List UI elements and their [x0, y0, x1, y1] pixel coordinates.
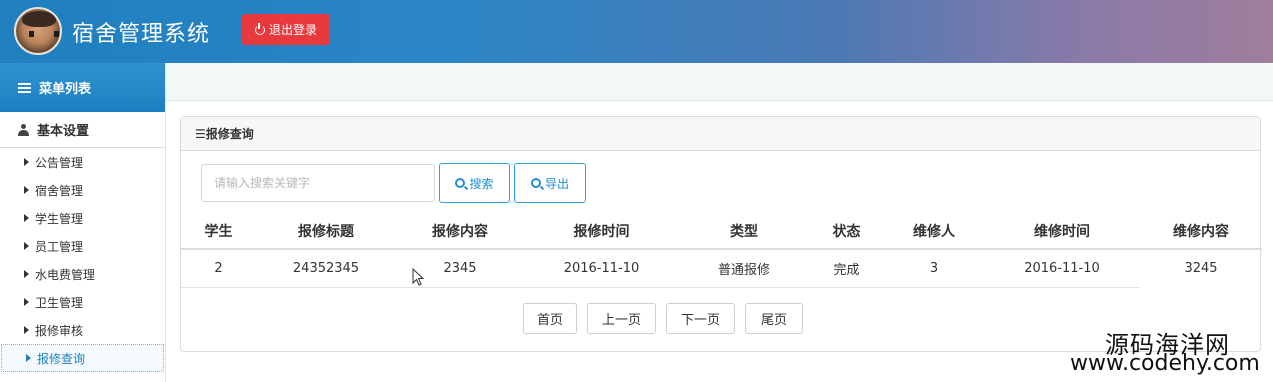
caret-right-icon	[24, 214, 29, 222]
sidebar-item-repair-query[interactable]: 报修查询	[1, 344, 164, 372]
column-header: 状态	[809, 213, 884, 250]
caret-right-icon	[24, 326, 29, 334]
column-header: 维修内容	[1140, 213, 1262, 250]
sidebar-item-label: 报修查询	[37, 351, 86, 366]
table-cell: 2016-11-10	[524, 249, 679, 288]
column-header: 类型	[679, 213, 809, 250]
sidebar-item-label: 宿舍管理	[35, 183, 84, 198]
panel-title: ☰报修查询	[181, 117, 1260, 151]
pagination: 首页 上一页 下一页 尾页	[523, 303, 803, 334]
power-icon	[254, 22, 265, 35]
table-cell: 3	[884, 249, 984, 288]
sidebar-item-students[interactable]: 学生管理	[0, 204, 165, 232]
sidebar-item-repair-review[interactable]: 报修审核	[0, 316, 165, 344]
search-icon	[455, 178, 466, 188]
column-header: 报修时间	[524, 213, 679, 250]
last-page-button[interactable]: 尾页	[745, 303, 803, 334]
table-row: 2 24352345 2345 2016-11-10 普通报修 完成 3 201…	[181, 249, 1262, 288]
table-cell: 24352345	[256, 249, 396, 288]
export-button[interactable]: 导出	[514, 163, 586, 203]
caret-right-icon	[26, 354, 31, 362]
watermark-url: www.codehy.com	[1070, 351, 1260, 376]
sidebar-item-label: 公告管理	[35, 155, 84, 170]
app-title: 宿舍管理系统	[72, 22, 211, 47]
search-button[interactable]: 搜索	[439, 163, 510, 203]
sidebar-item-label: 员工管理	[35, 239, 84, 254]
column-header: 维修人	[884, 213, 984, 250]
sidebar-item-label: 报修审核	[35, 323, 84, 338]
table-header-row: 学生 报修标题 报修内容 报修时间 类型 状态 维修人 维修时间 维修内容	[181, 213, 1262, 250]
list-icon	[18, 82, 31, 93]
menu-title: 菜单列表	[39, 82, 92, 97]
caret-right-icon	[24, 298, 29, 306]
app-header: 宿舍管理系统 退出登录	[0, 0, 1273, 63]
menu-header: 菜单列表	[0, 63, 165, 112]
caret-right-icon	[24, 270, 29, 278]
first-page-button[interactable]: 首页	[523, 303, 577, 334]
column-header: 报修内容	[396, 213, 524, 250]
column-header: 学生	[181, 213, 256, 250]
repair-table: 学生 报修标题 报修内容 报修时间 类型 状态 维修人 维修时间 维修内容 2 …	[181, 213, 1262, 288]
mouse-cursor-icon	[412, 268, 425, 286]
user-icon	[18, 123, 29, 136]
logout-button[interactable]: 退出登录	[242, 14, 330, 45]
export-button-label: 导出	[544, 176, 569, 191]
search-input[interactable]	[201, 164, 435, 202]
search-icon	[530, 178, 541, 188]
column-header: 维修时间	[984, 213, 1140, 250]
sidebar-item-label: 水电费管理	[35, 267, 96, 282]
repair-query-panel: ☰报修查询 搜索 导出 学生 报修标题 报修内容 报修时间 类型 状态 维修人 …	[180, 116, 1262, 352]
sidebar-item-label: 学生管理	[35, 211, 84, 226]
column-header: 报修标题	[256, 213, 396, 250]
table-cell: 普通报修	[679, 249, 809, 288]
sidebar-item-utilities[interactable]: 水电费管理	[0, 260, 165, 288]
section-title: 基本设置	[37, 124, 90, 139]
table-cell: 3245	[1184, 261, 1218, 276]
prev-page-button[interactable]: 上一页	[587, 303, 656, 334]
section-basic-settings[interactable]: 基本设置	[0, 112, 165, 148]
sidebar-item-dorms[interactable]: 宿舍管理	[0, 176, 165, 204]
search-button-label: 搜索	[469, 176, 494, 191]
sidebar: 菜单列表 基本设置 公告管理 宿舍管理 学生管理 员工管理 水电费管理 卫生管理…	[0, 63, 166, 382]
table-cell: 2	[181, 249, 256, 288]
sidebar-nav: 公告管理 宿舍管理 学生管理 员工管理 水电费管理 卫生管理 报修审核 报修查询	[0, 148, 165, 372]
caret-right-icon	[24, 158, 29, 166]
table-cell: 完成	[809, 249, 884, 288]
sidebar-item-announcements[interactable]: 公告管理	[0, 148, 165, 176]
sidebar-item-hygiene[interactable]: 卫生管理	[0, 288, 165, 316]
next-page-button[interactable]: 下一页	[666, 303, 735, 334]
caret-right-icon	[24, 186, 29, 194]
sidebar-item-staff[interactable]: 员工管理	[0, 232, 165, 260]
sidebar-item-label: 卫生管理	[35, 295, 84, 310]
logout-label: 退出登录	[268, 23, 317, 37]
breadcrumb-strip	[166, 63, 1273, 101]
table-cell: 2016-11-10	[984, 249, 1140, 288]
caret-right-icon	[24, 242, 29, 250]
avatar	[14, 7, 62, 55]
